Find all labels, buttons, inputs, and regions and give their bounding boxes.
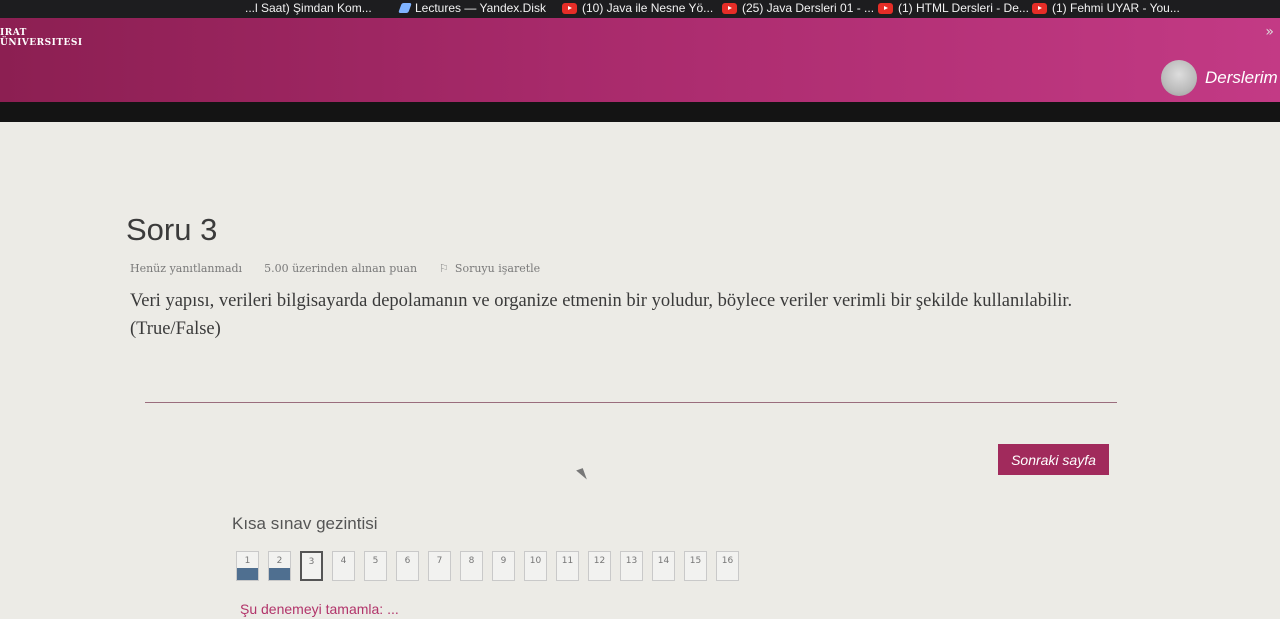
- quiz-nav-question-7[interactable]: 7: [428, 551, 451, 581]
- bookmarks-bar: ...l Saat) Şimdan Kom... Lectures — Yand…: [0, 0, 1280, 18]
- yandex-disk-icon: [398, 3, 412, 13]
- quiz-nav-question-4[interactable]: 4: [332, 551, 355, 581]
- flag-label: Soruyu işaretle: [454, 262, 541, 275]
- quiz-navigation-title: Kısa sınav gezintisi: [232, 514, 378, 533]
- bookmark-label: (1) HTML Dersleri - De...: [898, 1, 1029, 15]
- youtube-icon: [562, 2, 577, 14]
- site-header: IRAT ÜNIVERSITESI Derslerim: [0, 18, 1280, 122]
- bookmark-item[interactable]: (10) Java ile Nesne Yö...: [562, 1, 713, 15]
- quiz-nav-question-1[interactable]: 1: [236, 551, 259, 581]
- logo-line: IRAT: [0, 28, 27, 38]
- quiz-nav-number: 11: [561, 556, 574, 566]
- next-page-button[interactable]: Sonraki sayfa: [998, 444, 1109, 475]
- quiz-nav-number: 8: [468, 556, 475, 566]
- quiz-nav-question-11[interactable]: 11: [556, 551, 579, 581]
- quiz-navigation-grid: 1 2 3 4 5 6 7 8 9 10 11 12 13 14 15 16: [236, 551, 739, 581]
- bookmark-label: (1) Fehmi UYAR - You...: [1052, 1, 1180, 15]
- quiz-nav-number: 5: [372, 556, 379, 566]
- quiz-nav-question-6[interactable]: 6: [396, 551, 419, 581]
- quiz-nav-question-2[interactable]: 2: [268, 551, 291, 581]
- quiz-nav-number: 9: [500, 556, 507, 566]
- quiz-nav-number: 1: [244, 556, 251, 566]
- quiz-nav-number: 14: [657, 556, 670, 566]
- quiz-nav-question-3[interactable]: 3: [300, 551, 323, 581]
- quiz-nav-question-8[interactable]: 8: [460, 551, 483, 581]
- quiz-nav-question-5[interactable]: 5: [364, 551, 387, 581]
- main-content: Soru 3 Henüz yanıtlanmadı 5.00 üzerinden…: [0, 104, 1280, 619]
- quiz-nav-number: 13: [625, 556, 638, 566]
- quiz-nav-question-10[interactable]: 10: [524, 551, 547, 581]
- flag-icon: ⚐: [439, 262, 449, 275]
- logo-line: ÜNIVERSITESI: [0, 38, 83, 48]
- bookmark-item[interactable]: (25) Java Dersleri 01 - ...: [722, 1, 874, 15]
- bookmark-label: (10) Java ile Nesne Yö...: [582, 1, 714, 15]
- quiz-nav-question-16[interactable]: 16: [716, 551, 739, 581]
- quiz-nav-number: 15: [689, 556, 702, 566]
- quiz-nav-number: 12: [593, 556, 606, 566]
- quiz-nav-number: 7: [436, 556, 443, 566]
- question-meta: Henüz yanıtlanmadı 5.00 üzerinden alınan…: [130, 262, 540, 275]
- question-title: Soru 3: [126, 212, 218, 247]
- flag-question-link[interactable]: ⚐ Soruyu işaretle: [439, 262, 540, 275]
- youtube-icon: [722, 2, 737, 14]
- chevron-right-icon[interactable]: »: [1265, 24, 1274, 40]
- divider: [145, 402, 1117, 403]
- university-logo[interactable]: IRAT ÜNIVERSITESI: [0, 28, 83, 48]
- bookmark-item[interactable]: (1) HTML Dersleri - De...: [878, 1, 1029, 15]
- my-courses-link[interactable]: Derslerim: [1205, 68, 1278, 88]
- quiz-nav-number: 3: [308, 557, 315, 567]
- finish-attempt-link[interactable]: Şu denemeyi tamamla: ...: [240, 601, 399, 617]
- bookmark-item[interactable]: Lectures — Yandex.Disk: [398, 1, 546, 15]
- mouse-cursor-icon: [576, 468, 587, 482]
- quiz-nav-question-12[interactable]: 12: [588, 551, 611, 581]
- bookmark-label: ...l Saat) Şimdan Kom...: [245, 1, 372, 15]
- bookmark-item[interactable]: ...l Saat) Şimdan Kom...: [245, 1, 372, 15]
- youtube-icon: [878, 2, 893, 14]
- quiz-nav-question-14[interactable]: 14: [652, 551, 675, 581]
- question-status: Henüz yanıtlanmadı: [130, 262, 243, 275]
- quiz-nav-number: 4: [340, 556, 347, 566]
- avatar[interactable]: [1161, 60, 1197, 96]
- bookmark-item[interactable]: (1) Fehmi UYAR - You...: [1032, 1, 1180, 15]
- quiz-nav-number: 16: [721, 556, 734, 566]
- quiz-nav-number: 2: [276, 556, 283, 566]
- question-points: 5.00 üzerinden alınan puan: [264, 262, 418, 275]
- quiz-nav-number: 6: [404, 556, 411, 566]
- bookmark-label: Lectures — Yandex.Disk: [415, 1, 546, 15]
- quiz-nav-question-13[interactable]: 13: [620, 551, 643, 581]
- question-text: Veri yapısı, verileri bilgisayarda depol…: [130, 291, 1073, 339]
- quiz-nav-question-9[interactable]: 9: [492, 551, 515, 581]
- quiz-nav-question-15[interactable]: 15: [684, 551, 707, 581]
- quiz-nav-number: 10: [529, 556, 542, 566]
- youtube-icon: [1032, 2, 1047, 14]
- bookmark-label: (25) Java Dersleri 01 - ...: [742, 1, 875, 15]
